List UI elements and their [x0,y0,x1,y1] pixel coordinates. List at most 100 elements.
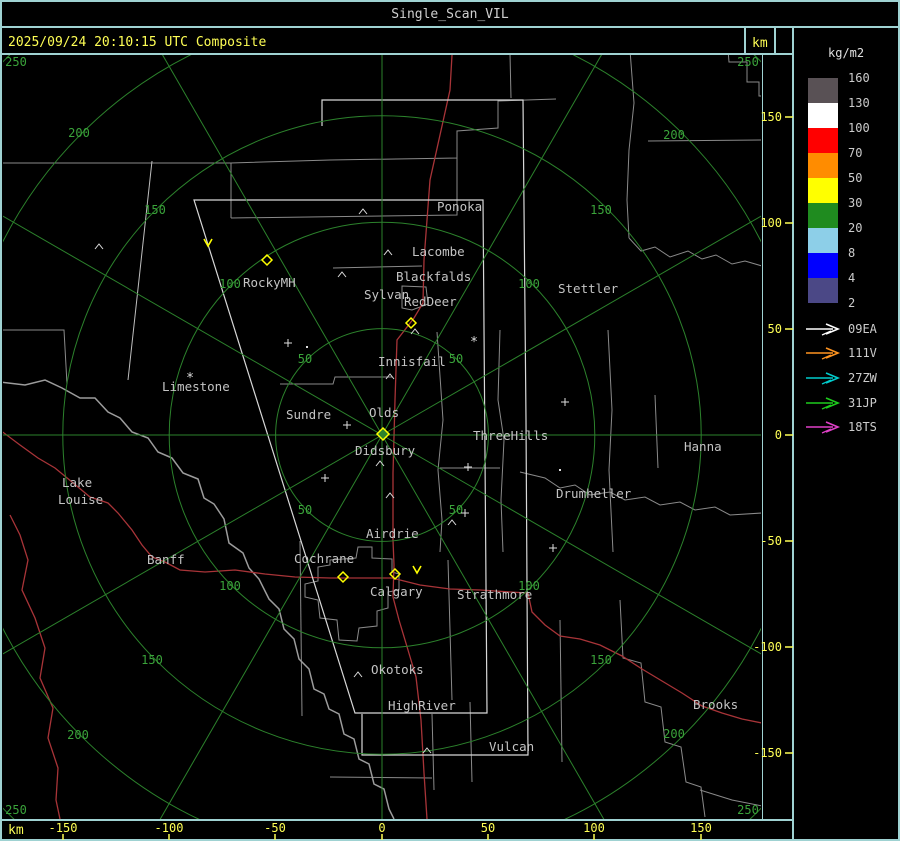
ring-distance-label: 150 [590,653,612,667]
vil-scale-swatch [808,103,838,128]
vil-scale-swatch [808,128,838,153]
city-label-innisfail: Innisfail [378,354,446,369]
vil-scale-swatch [808,203,838,228]
ring-distance-label: 150 [590,203,612,217]
radar-site-legend: 09EA 111V 27ZW 31JP 18TS [806,322,878,434]
vil-scale-value: 70 [848,146,862,160]
ring-distance-label: 150 [141,653,163,667]
right-axis-tick-label: 0 [775,428,782,442]
city-label-airdrie: Airdrie [366,526,419,541]
radar-id-label: 27ZW [848,371,878,385]
radar-id-label: 31JP [848,396,877,410]
vil-color-scale [808,78,838,303]
ring-distance-label: 250 [737,55,759,69]
radar-id-label: 111V [848,346,877,360]
right-axis-tick-label: 50 [768,322,782,336]
city-label-lacombe: Lacombe [412,244,465,259]
vil-scale-value: 2 [848,296,855,310]
right-axis-tick-label: 100 [760,216,782,230]
vil-scale-value: 100 [848,121,870,135]
legend-unit-label: kg/m2 [828,46,864,60]
dot-marker-icon [306,346,308,348]
bottom-axis-tick-label: -50 [264,821,286,835]
city-label-cochrane: Cochrane [294,551,354,566]
ring-distance-label: 50 [449,503,463,517]
city-label-blackfalds: Blackfalds [396,269,471,284]
right-axis-tick-label: -150 [753,746,782,760]
ring-distance-label: 200 [663,128,685,142]
ring-distance-label: 250 [5,55,27,69]
dot-marker-icon [559,469,561,471]
city-label-rockymh: RockyMH [243,275,296,290]
radar-id-label: 18TS [848,420,877,434]
ring-distance-label: 200 [67,728,89,742]
ring-distance-label: 50 [449,352,463,366]
bottom-axis-tick-label: 0 [378,821,385,835]
ring-distance-label: 250 [737,803,759,817]
right-axis-tick-label: 150 [760,110,782,124]
city-label-ponoka: Ponoka [437,199,482,214]
city-label-vulcan: Vulcan [489,739,534,754]
vil-scale-swatch [808,78,838,103]
city-label-limestone: Limestone [162,379,230,394]
vil-scale-swatch [808,153,838,178]
vil-scale-swatch [808,278,838,303]
bottom-axis-tick-label: 150 [690,821,712,835]
city-label-sylvan: Sylvan [364,287,409,302]
vil-scale-value: 30 [848,196,862,210]
ring-distance-label: 50 [298,352,312,366]
vil-scale-value: 20 [848,221,862,235]
city-label-threehills: ThreeHills [473,428,548,443]
radar-app-window: Single_Scan_VIL 2025/09/24 20:10:15 UTC … [0,0,900,841]
vil-scale-swatch [808,228,838,253]
city-label-lake: Lake [62,475,92,490]
city-label-highriver: HighRiver [388,698,456,713]
star-marker-icon: * [186,371,194,386]
city-label-brooks: Brooks [693,697,738,712]
city-label-strathmore: Strathmore [457,587,532,602]
vil-scale-value: 50 [848,171,862,185]
ring-distance-label: 250 [5,803,27,817]
vil-scale-swatch [808,253,838,278]
right-axis-tick-label: -100 [753,640,782,654]
radar-scene: Single_Scan_VIL 2025/09/24 20:10:15 UTC … [0,0,900,841]
timestamp-label: 2025/09/24 20:10:15 UTC Composite [8,35,266,50]
ring-distance-label: 50 [298,503,312,517]
vil-scale-value: 130 [848,96,870,110]
city-label-louise: Louise [58,492,103,507]
bottom-axis-tick-label: 100 [583,821,605,835]
axis-unit-top-label: km [752,36,768,51]
vil-scale-value: 8 [848,246,855,260]
vil-scale-swatch [808,178,838,203]
vil-scale-values: 160 130 100 70 50 30 20 8 4 2 [848,71,870,310]
ring-distance-label: 200 [68,126,90,140]
city-label-stettler: Stettler [558,281,619,296]
city-label-didsbury: Didsbury [355,443,416,458]
window-title: Single_Scan_VIL [391,7,509,22]
ring-distance-label: 100 [219,277,241,291]
city-label-okotoks: Okotoks [371,662,424,677]
radar-arrow-31JP: 31JP [806,396,877,410]
radar-arrow-09EA: 09EA [806,322,878,336]
bottom-axis-tick-label: -100 [155,821,184,835]
ring-distance-label: 150 [144,203,166,217]
vil-scale-value: 4 [848,271,855,285]
star-marker-icon: * [470,335,478,350]
ring-distance-label: 100 [518,277,540,291]
ring-distance-label: 100 [219,579,241,593]
city-label-banff: Banff [147,552,185,567]
bottom-axis-tick-label: 50 [481,821,495,835]
bottom-axis-tick-label: -150 [49,821,78,835]
ring-distance-label: 200 [663,727,685,741]
city-label-olds: Olds [369,405,399,420]
city-label-drumheller: Drumheller [556,486,632,501]
city-label-calgary: Calgary [370,584,423,599]
radar-arrow-111V: 111V [806,346,877,360]
radar-arrow-27ZW: 27ZW [806,371,878,385]
bottom-axis: -150 -100 -50 0 50 100 150 [49,821,712,840]
city-label-hanna: Hanna [684,439,722,454]
bottom-axis-unit: km [8,823,24,838]
city-label-reddeer: RedDeer [404,294,457,309]
radar-id-label: 09EA [848,322,878,336]
vil-scale-value: 160 [848,71,870,85]
